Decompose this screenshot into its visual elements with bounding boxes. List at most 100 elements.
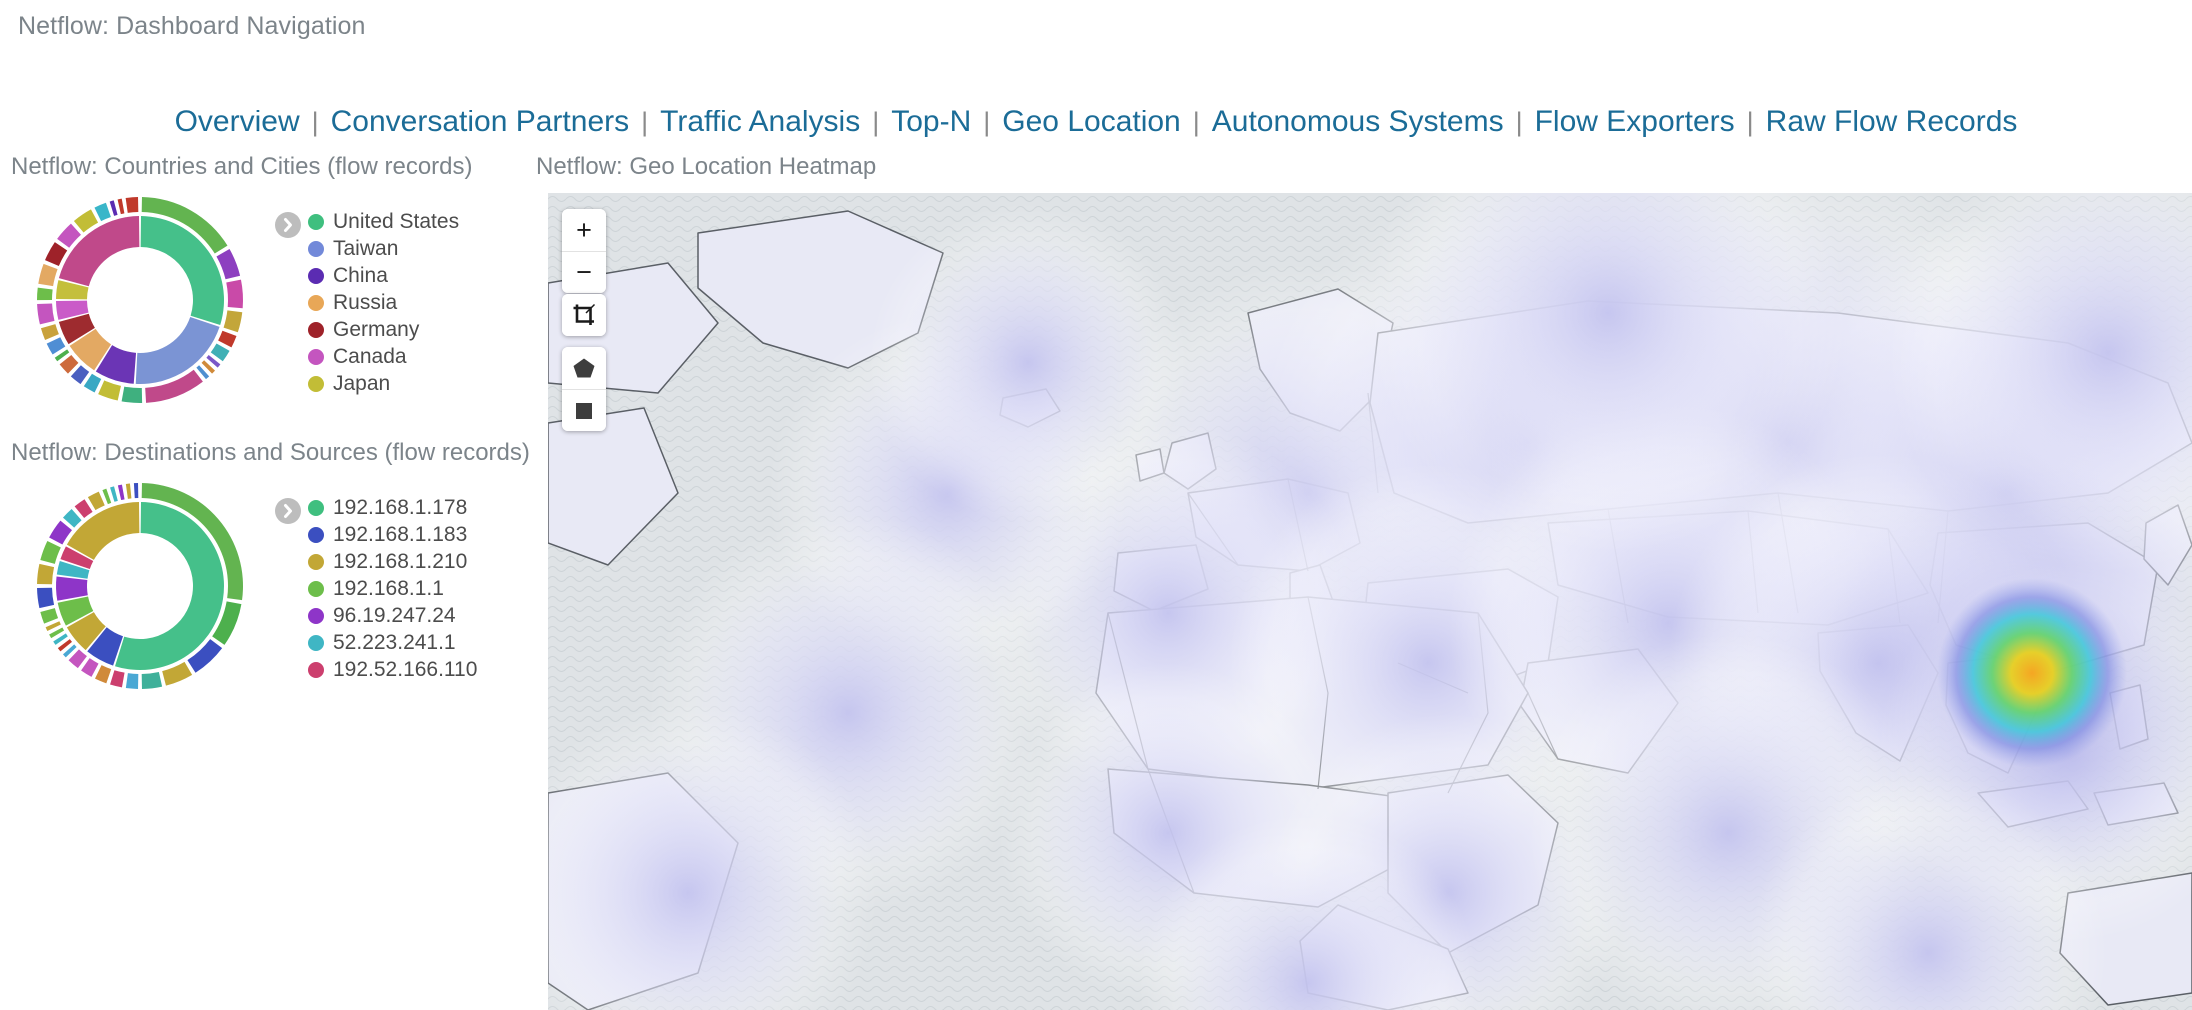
- sunburst-outer-segment[interactable]: [110, 670, 125, 688]
- sunburst-outer-segment[interactable]: [38, 263, 58, 287]
- nav-link-flow-exporters[interactable]: Flow Exporters: [1535, 110, 1735, 143]
- nav-link-raw-flow-records[interactable]: Raw Flow Records: [1766, 110, 2018, 143]
- legend-item[interactable]: Russia: [308, 289, 459, 316]
- nav-separator: |: [1515, 110, 1523, 137]
- nav-link-conversation-partners[interactable]: Conversation Partners: [331, 110, 629, 143]
- sunburst-inner-segment[interactable]: [66, 502, 140, 560]
- legend-item[interactable]: China: [308, 262, 459, 289]
- countries-legend-expand-button[interactable]: [275, 212, 301, 238]
- legend-item[interactable]: Japan: [308, 370, 459, 397]
- legend-item[interactable]: 192.168.1.1: [308, 575, 477, 602]
- legend-item[interactable]: Germany: [308, 316, 459, 343]
- countries-legend: United States Taiwan China Russia Germany Can…: [275, 208, 530, 400]
- sunburst-outer-segment[interactable]: [141, 671, 163, 689]
- sunburst-outer-segment[interactable]: [37, 303, 55, 325]
- legend-item[interactable]: 192.168.1.178: [308, 494, 477, 521]
- square-icon: [576, 402, 592, 419]
- heatmap-hotspot-taiwan[interactable]: [1937, 578, 2127, 768]
- sunburst-outer-segment[interactable]: [121, 386, 143, 403]
- sunburst-inner-segment[interactable]: [56, 576, 88, 601]
- nav-link-autonomous-systems[interactable]: Autonomous Systems: [1212, 110, 1504, 143]
- sunburst-outer-segment[interactable]: [94, 202, 111, 222]
- sunburst-outer-segment[interactable]: [98, 380, 121, 401]
- nav-separator: |: [1192, 110, 1200, 137]
- legend-item-label: Germany: [333, 318, 420, 341]
- sunburst-outer-segment[interactable]: [223, 310, 243, 333]
- sunburst-outer-segment[interactable]: [133, 483, 139, 499]
- countries-sunburst-chart[interactable]: [28, 196, 258, 406]
- destinations-legend-expand-button[interactable]: [275, 498, 301, 524]
- sunburst-outer-segment[interactable]: [37, 287, 53, 301]
- map-canvas[interactable]: [548, 193, 2192, 1010]
- sunburst-outer-segment[interactable]: [109, 200, 118, 216]
- legend-swatch-icon: [308, 661, 324, 678]
- crop-button[interactable]: [562, 294, 606, 336]
- sunburst-outer-segment[interactable]: [95, 665, 112, 684]
- legend-item[interactable]: 192.168.1.183: [308, 521, 477, 548]
- legend-item-label: 52.223.241.1: [333, 631, 456, 654]
- sunburst-outer-segment[interactable]: [73, 209, 99, 233]
- sunburst-outer-segment[interactable]: [226, 279, 243, 309]
- legend-item-label: 192.168.1.1: [333, 577, 444, 600]
- sunburst-outer-segment[interactable]: [125, 197, 139, 213]
- sunburst-outer-segment[interactable]: [125, 673, 139, 689]
- legend-item[interactable]: 96.19.247.24: [308, 602, 477, 629]
- legend-item[interactable]: 192.52.166.110: [308, 656, 477, 678]
- map-crop-controls: [562, 294, 606, 336]
- destinations-sunburst-chart[interactable]: [28, 482, 258, 692]
- countries-panel-header: Netflow: Countries and Cities (flow reco…: [11, 153, 473, 180]
- sunburst-outer-segment[interactable]: [37, 587, 55, 609]
- draw-rectangle-button[interactable]: [562, 389, 606, 431]
- sunburst-outer-segment[interactable]: [62, 508, 82, 528]
- legend-swatch-icon: [308, 526, 324, 543]
- legend-item[interactable]: United States: [308, 208, 459, 235]
- countries-sunburst-panel: United States Taiwan China Russia Germany Can…: [0, 196, 530, 406]
- sunburst-outer-segment[interactable]: [40, 541, 61, 564]
- nav-link-top-n[interactable]: Top-N: [891, 110, 971, 143]
- sunburst-outer-segment[interactable]: [40, 324, 59, 340]
- sunburst-outer-segment[interactable]: [210, 343, 230, 362]
- legend-swatch-icon: [308, 267, 324, 284]
- legend-swatch-icon: [308, 213, 324, 230]
- sunburst-outer-segment[interactable]: [37, 563, 55, 585]
- legend-item[interactable]: Taiwan: [308, 235, 459, 262]
- sunburst-outer-segment[interactable]: [218, 330, 237, 348]
- legend-item[interactable]: 192.168.1.210: [308, 548, 477, 575]
- draw-polygon-button[interactable]: [562, 347, 606, 389]
- sunburst-outer-segment[interactable]: [49, 520, 72, 545]
- legend-item[interactable]: Canada: [308, 343, 459, 370]
- sunburst-outer-segment[interactable]: [102, 488, 112, 505]
- sunburst-outer-segment[interactable]: [74, 499, 93, 518]
- sunburst-outer-segment[interactable]: [40, 608, 59, 624]
- geo-location-heatmap-map[interactable]: + −: [548, 193, 2192, 1010]
- sunburst-outer-segment[interactable]: [117, 198, 125, 215]
- sunburst-outer-segment[interactable]: [59, 355, 79, 374]
- sunburst-outer-segment[interactable]: [125, 483, 132, 499]
- sunburst-outer-segment[interactable]: [68, 649, 87, 669]
- legend-item-label: United States: [333, 210, 460, 233]
- map-draw-controls: [562, 347, 606, 431]
- legend-swatch-icon: [308, 580, 324, 597]
- sunburst-outer-segment[interactable]: [83, 373, 102, 393]
- nav-separator: |: [1746, 110, 1754, 137]
- zoom-in-button[interactable]: +: [562, 209, 606, 251]
- sunburst-outer-segment[interactable]: [45, 242, 68, 266]
- sunburst-outer-segment[interactable]: [110, 486, 118, 502]
- destinations-legend: 192.168.1.178 192.168.1.183 192.168.1.210 1…: [275, 494, 530, 678]
- zoom-out-button[interactable]: −: [562, 251, 606, 293]
- legend-item-label: 96.19.247.24: [333, 604, 456, 627]
- sunburst-outer-segment[interactable]: [46, 337, 66, 355]
- sunburst-outer-segment[interactable]: [70, 365, 90, 385]
- legend-swatch-icon: [308, 321, 324, 338]
- legend-item-label: Canada: [333, 345, 407, 368]
- legend-swatch-icon: [308, 607, 324, 624]
- sunburst-outer-segment[interactable]: [117, 484, 125, 501]
- sunburst-outer-segment[interactable]: [81, 658, 99, 677]
- heatmap-density-blob: [900, 235, 1156, 491]
- nav-link-overview[interactable]: Overview: [175, 110, 300, 143]
- nav-link-traffic-analysis[interactable]: Traffic Analysis: [660, 110, 860, 143]
- legend-item[interactable]: 52.223.241.1: [308, 629, 477, 656]
- nav-link-geo-location[interactable]: Geo Location: [1002, 110, 1180, 143]
- legend-item-label: Taiwan: [333, 237, 399, 260]
- sunburst-outer-segment[interactable]: [87, 491, 105, 511]
